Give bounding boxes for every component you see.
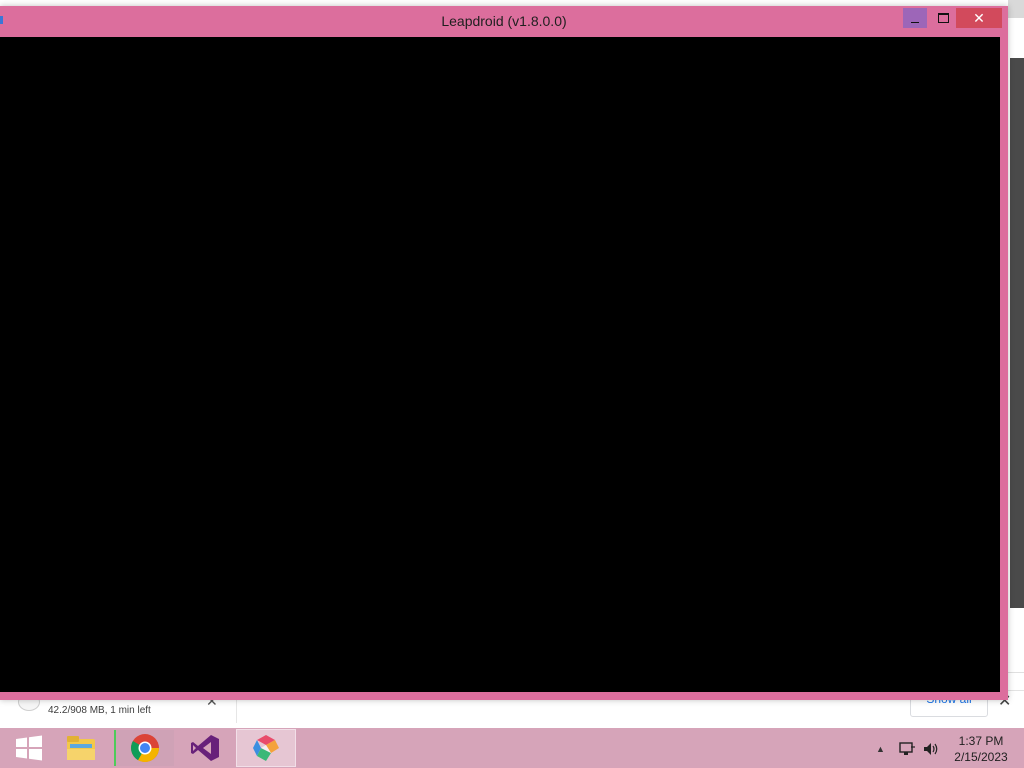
volume-icon[interactable] [922, 741, 940, 757]
download-status: 42.2/908 MB, 1 min left [48, 705, 151, 716]
taskbar-leapdroid[interactable] [236, 729, 296, 767]
start-button[interactable] [0, 730, 58, 766]
background-scrollbar[interactable] [1010, 58, 1024, 608]
background-divider [1008, 672, 1024, 673]
minimize-icon [911, 21, 919, 23]
maximize-button[interactable] [931, 8, 955, 28]
emulator-screen[interactable] [0, 37, 1000, 692]
background-window-tabstrip [1008, 0, 1024, 18]
tray-overflow-icon[interactable]: ▲ [876, 744, 885, 754]
leapdroid-icon [253, 735, 279, 761]
title-bar[interactable]: Leapdroid (v1.8.0.0) ✕ [0, 6, 1008, 36]
clock-time: 1:37 PM [958, 734, 1004, 748]
close-icon: ✕ [973, 10, 985, 26]
chrome-icon [131, 734, 159, 762]
leapdroid-window: Leapdroid (v1.8.0.0) ✕ [0, 6, 1008, 700]
windows-logo-icon [16, 735, 42, 761]
taskbar-chrome[interactable] [114, 730, 174, 766]
maximize-icon [937, 13, 949, 23]
minimize-button[interactable] [903, 8, 927, 28]
window-title: Leapdroid (v1.8.0.0) [441, 13, 567, 29]
visual-studio-icon [191, 735, 219, 761]
folder-icon [67, 736, 95, 760]
close-button[interactable]: ✕ [956, 8, 1002, 28]
network-icon[interactable] [898, 741, 916, 757]
taskbar [0, 728, 1024, 768]
system-clock[interactable]: 1:37 PM 2/15/2023 [948, 733, 1014, 765]
taskbar-visual-studio[interactable] [176, 730, 234, 766]
clock-date: 2/15/2023 [954, 750, 1008, 764]
taskbar-file-explorer[interactable] [52, 730, 110, 766]
